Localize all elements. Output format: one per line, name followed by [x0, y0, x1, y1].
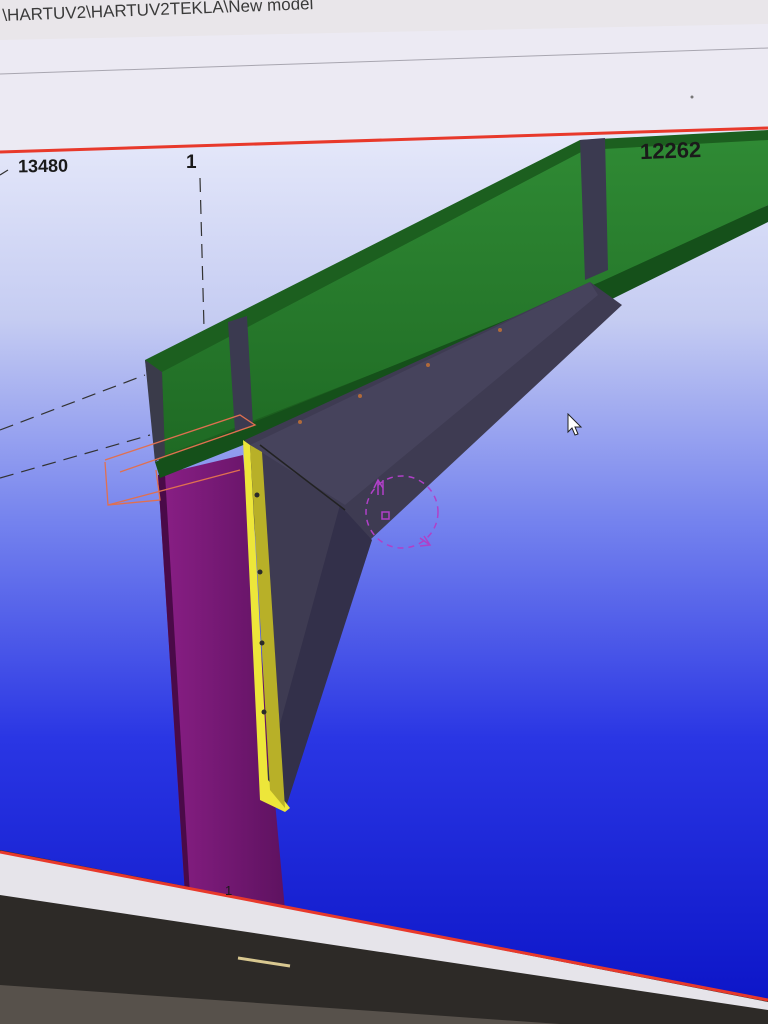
grid-label: 1	[186, 152, 197, 173]
dimension-right: 12262	[639, 136, 702, 165]
toolbar-dot	[690, 95, 694, 99]
screen: \HARTUV2\HARTUV2TEKLA\New model 13480 1 …	[0, 0, 768, 1024]
mouse-cursor-icon	[567, 413, 583, 436]
dimension-left: 13480	[17, 155, 69, 177]
bottom-grid-label: 1	[225, 883, 233, 898]
